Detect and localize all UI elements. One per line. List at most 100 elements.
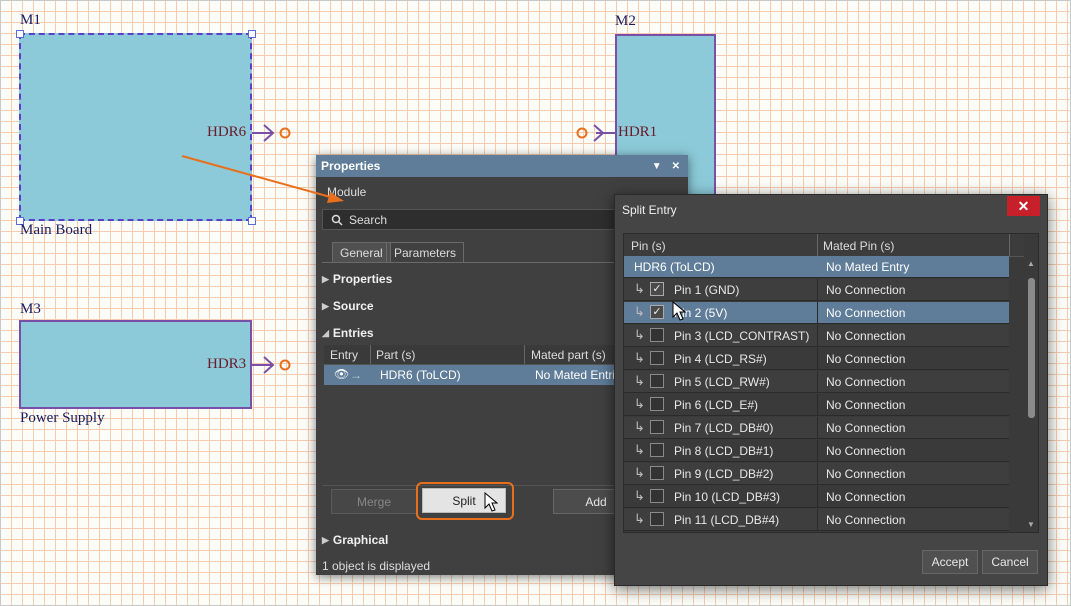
scroll-down-icon[interactable]: ▼ <box>1027 520 1035 529</box>
search-placeholder: Search <box>349 212 388 227</box>
section-label: Graphical <box>332 533 389 547</box>
child-arrow-icon: ↳ <box>634 488 645 503</box>
table-row[interactable]: ↳ Pin 9 (LCD_DB#2) No Connection <box>624 463 1009 485</box>
vertical-scrollbar[interactable]: ▲ ▼ <box>1025 256 1038 532</box>
m2-port-label: HDR1 <box>618 124 658 140</box>
selection-handle[interactable] <box>248 217 256 225</box>
child-arrow-icon: ↳ <box>634 327 645 342</box>
m3-port-hdr3-glyph <box>252 356 291 374</box>
pin-checkbox[interactable] <box>650 512 664 526</box>
m1-caption: Main Board <box>20 222 93 238</box>
section-label: Properties <box>332 272 393 286</box>
close-icon[interactable]: ✕ <box>672 161 680 172</box>
entries-grid-row[interactable]: 👁 → HDR6 (ToLCD) No Mated Entri <box>324 365 624 385</box>
scroll-up-icon[interactable]: ▲ <box>1027 259 1035 268</box>
table-row[interactable]: ↳ Pin 10 (LCD_DB#3) No Connection <box>624 486 1009 508</box>
m2-port-hdr1-glyph <box>576 124 616 142</box>
mated-pin: No Connection <box>826 513 906 527</box>
child-arrow-icon: ↳ <box>634 304 645 319</box>
mated-pin: No Connection <box>826 352 906 366</box>
m1-port-hdr6-glyph <box>252 124 291 142</box>
expand-icon: ▶ <box>322 534 329 545</box>
pin-checkbox[interactable] <box>650 420 664 434</box>
pin-name: Pin 10 (LCD_DB#3) <box>674 490 781 504</box>
row-part: HDR6 (ToLCD) <box>380 368 461 382</box>
expand-icon: ▶ <box>322 273 329 284</box>
pin-checkbox[interactable]: ✓ <box>650 282 664 296</box>
col-entry[interactable]: Entry <box>330 348 358 362</box>
tab-general[interactable]: General <box>332 242 391 263</box>
close-button[interactable]: ✕ <box>1007 196 1040 216</box>
split-entry-dialog: Split Entry ✕ Pin (s) Mated Pin (s) HDR6… <box>614 194 1048 586</box>
mated-pin: No Connection <box>826 329 906 343</box>
pin-checkbox[interactable] <box>650 397 664 411</box>
pin-name: Pin 6 (LCD_E#) <box>674 398 759 412</box>
m3-port-label: HDR3 <box>207 356 247 372</box>
properties-subtitle: Module <box>327 185 367 199</box>
row-mated: No Mated Entri <box>535 368 616 382</box>
section-source[interactable]: ▶ Source <box>322 299 374 313</box>
search-icon <box>331 214 343 226</box>
accept-button[interactable]: Accept <box>922 550 978 574</box>
pin-checkbox[interactable] <box>650 466 664 480</box>
expand-icon: ▶ <box>322 300 329 311</box>
group-mated: No Mated Entry <box>826 260 910 274</box>
cancel-button[interactable]: Cancel <box>982 550 1038 574</box>
m2-designator: M2 <box>615 13 636 29</box>
child-arrow-icon: ↳ <box>634 419 645 434</box>
table-header: Pin (s) Mated Pin (s) <box>624 234 1024 257</box>
section-graphical[interactable]: ▶ Graphical <box>322 533 388 547</box>
collapse-icon: ◢ <box>322 327 329 338</box>
selection-handle[interactable] <box>248 30 256 38</box>
mated-pin: No Connection <box>826 444 906 458</box>
properties-title: Properties <box>321 159 381 173</box>
pin-dropdown-icon[interactable]: ▼ <box>652 161 662 172</box>
entries-grid-header: Entry Part (s) Mated part (s) <box>324 345 624 365</box>
table-row[interactable]: ↳ Pin 11 (LCD_DB#4) No Connection <box>624 509 1009 531</box>
child-arrow-icon: ↳ <box>634 442 645 457</box>
group-row[interactable]: HDR6 (ToLCD) No Mated Entry <box>624 256 1009 278</box>
merge-button[interactable]: Merge <box>331 489 417 514</box>
pin-name: Pin 4 (LCD_RS#) <box>674 352 767 366</box>
col-part[interactable]: Part (s) <box>376 348 415 362</box>
col-mated-pin[interactable]: Mated Pin (s) <box>823 239 894 253</box>
selection-handle[interactable] <box>16 30 24 38</box>
mated-pin: No Connection <box>826 398 906 412</box>
pin-checkbox[interactable] <box>650 328 664 342</box>
table-row[interactable]: ↳ Pin 8 (LCD_DB#1) No Connection <box>624 440 1009 462</box>
pin-name: Pin 8 (LCD_DB#1) <box>674 444 774 458</box>
table-row[interactable]: ↳ Pin 4 (LCD_RS#) No Connection <box>624 348 1009 370</box>
table-row[interactable]: ↳ Pin 7 (LCD_DB#0) No Connection <box>624 417 1009 439</box>
tab-divider <box>322 262 622 263</box>
table-row[interactable]: ↳ Pin 3 (LCD_CONTRAST) No Connection <box>624 325 1009 347</box>
section-entries[interactable]: ◢ Entries <box>322 326 374 340</box>
section-label: Entries <box>332 326 374 340</box>
section-properties[interactable]: ▶ Properties <box>322 272 392 286</box>
search-input[interactable]: Search <box>322 209 622 230</box>
eye-icon[interactable]: 👁 <box>334 367 349 381</box>
properties-titlebar: Properties ▼ ✕ <box>316 155 688 177</box>
pin-checkbox[interactable] <box>650 374 664 388</box>
pin-checkbox[interactable] <box>650 443 664 457</box>
pin-name: Pin 11 (LCD_DB#4) <box>674 513 780 527</box>
pins-table: Pin (s) Mated Pin (s) HDR6 (ToLCD) No Ma… <box>623 233 1039 533</box>
tab-parameters[interactable]: Parameters <box>386 242 465 263</box>
section-label: Source <box>332 299 374 313</box>
pin-checkbox[interactable]: ✓ <box>650 305 664 319</box>
pin-name: Pin 3 (LCD_CONTRAST) <box>674 329 810 343</box>
arrow-right-icon: → <box>350 368 362 382</box>
table-row[interactable]: ↳ Pin 5 (LCD_RW#) No Connection <box>624 371 1009 393</box>
group-pin: HDR6 (ToLCD) <box>634 260 715 274</box>
mated-pin: No Connection <box>826 375 906 389</box>
table-row[interactable]: ↳ Pin 6 (LCD_E#) No Connection <box>624 394 1009 416</box>
m1-designator: M1 <box>20 12 41 28</box>
pin-name: Pin 7 (LCD_DB#0) <box>674 421 774 435</box>
col-pin[interactable]: Pin (s) <box>631 239 666 253</box>
pin-checkbox[interactable] <box>650 351 664 365</box>
pin-name: Pin 9 (LCD_DB#2) <box>674 467 774 481</box>
m3-caption: Power Supply <box>20 410 105 426</box>
pin-checkbox[interactable] <box>650 489 664 503</box>
scroll-thumb[interactable] <box>1028 278 1035 418</box>
table-row[interactable]: ↳ ✓ Pin 1 (GND) No Connection <box>624 279 1009 301</box>
col-mated-part[interactable]: Mated part (s) <box>531 348 606 362</box>
